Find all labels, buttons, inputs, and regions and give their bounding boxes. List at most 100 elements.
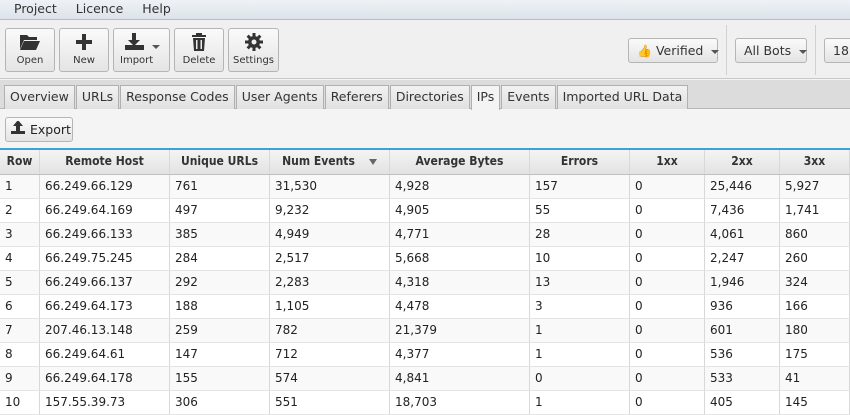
table-cell: 1 (530, 343, 630, 366)
table-cell: 574 (270, 367, 390, 390)
toolbar: Open New Import Delete Settings 👍 Verifi… (0, 20, 850, 79)
upload-icon (11, 120, 26, 137)
table-row[interactable]: 3 66.249.66.133 385 4,949 4,771 28 0 4,061 860 (0, 223, 850, 247)
tab-directories[interactable]: Directories (389, 85, 470, 109)
tab-referers[interactable]: Referers (324, 85, 389, 109)
table-row[interactable]: 1 66.249.66.129 761 31,530 4,928 157 0 25,446 5,… (0, 175, 850, 199)
table-cell: 0 (630, 271, 705, 294)
chevron-down-icon (799, 49, 808, 54)
table-cell: 157.55.39.73 (40, 391, 170, 414)
table-cell: 1 (0, 175, 40, 198)
table-row[interactable]: 9 66.249.64.178 155 574 4,841 0 0 533 41 (0, 367, 850, 391)
table-cell: 9,232 (270, 199, 390, 222)
table-cell: 41 (780, 367, 850, 390)
open-button[interactable]: Open (5, 28, 55, 72)
tab-user-agents[interactable]: User Agents (235, 85, 324, 109)
table-row[interactable]: 10 157.55.39.73 306 551 18,703 1 0 405 145 (0, 391, 850, 415)
tab-bar: Overview URLs Response Codes User Agents… (0, 80, 850, 110)
table-cell: 31,530 (270, 175, 390, 198)
verified-dropdown[interactable]: 👍 Verified (628, 38, 720, 63)
trash-icon (175, 29, 223, 53)
table-cell: 7,436 (705, 199, 780, 222)
table-cell: 66.249.66.129 (40, 175, 170, 198)
bots-dropdown[interactable]: All Bots (735, 38, 808, 63)
table-cell: 157 (530, 175, 630, 198)
table-cell: 3 (0, 223, 40, 246)
column-header-num-events[interactable]: Num Events (270, 150, 390, 174)
sort-descending-icon[interactable] (368, 158, 377, 165)
table-cell: 0 (630, 223, 705, 246)
table-cell: 5 (0, 271, 40, 294)
table-cell: 13 (530, 271, 630, 294)
table-cell: 5,927 (780, 175, 850, 198)
table-cell: 782 (270, 319, 390, 342)
import-button[interactable]: Import (113, 28, 170, 72)
table-row[interactable]: 2 66.249.64.169 497 9,232 4,905 55 0 7,436 1,741 (0, 199, 850, 223)
table-cell: 25,446 (705, 175, 780, 198)
table-cell: 5,668 (390, 247, 530, 270)
tab-urls[interactable]: URLs (75, 85, 120, 109)
table-cell: 180 (780, 319, 850, 342)
table-cell: 166 (780, 295, 850, 318)
table-cell: 936 (705, 295, 780, 318)
table-cell: 10 (0, 391, 40, 414)
export-button[interactable]: Export (5, 117, 73, 142)
table-cell: 0 (630, 343, 705, 366)
table-cell: 4,841 (390, 367, 530, 390)
table-cell: 66.249.75.245 (40, 247, 170, 270)
table-cell: 4,478 (390, 295, 530, 318)
menu-project[interactable]: Project (14, 0, 57, 19)
table-cell: 147 (170, 343, 270, 366)
table-row[interactable]: 6 66.249.64.173 188 1,105 4,478 3 0 936 166 (0, 295, 850, 319)
table-cell: 2,283 (270, 271, 390, 294)
column-header-row[interactable]: Row (0, 150, 40, 174)
table-cell: 21,379 (390, 319, 530, 342)
table-cell: 4,949 (270, 223, 390, 246)
table-cell: 66.249.64.173 (40, 295, 170, 318)
table-cell: 405 (705, 391, 780, 414)
table-cell: 497 (170, 199, 270, 222)
column-header-remote-host[interactable]: Remote Host (40, 150, 170, 174)
table-cell: 66.249.66.137 (40, 271, 170, 294)
column-header-2xx[interactable]: 2xx (705, 150, 780, 174)
table-cell: 28 (530, 223, 630, 246)
table-cell: 712 (270, 343, 390, 366)
menu-bar: Project Licence Help (0, 0, 850, 20)
table-cell: 4 (0, 247, 40, 270)
table-cell: 1 (530, 319, 630, 342)
table-cell: 4,771 (390, 223, 530, 246)
table-cell: 66.249.64.169 (40, 199, 170, 222)
column-header-3xx[interactable]: 3xx (780, 150, 850, 174)
tab-ips[interactable]: IPs (470, 85, 501, 110)
table-row[interactable]: 4 66.249.75.245 284 2,517 5,668 10 0 2,247 260 (0, 247, 850, 271)
column-header-unique-urls[interactable]: Unique URLs (170, 150, 270, 174)
table-cell: 0 (630, 175, 705, 198)
table-cell: 533 (705, 367, 780, 390)
tab-events[interactable]: Events (501, 85, 556, 109)
table-row[interactable]: 7 207.46.13.148 259 782 21,379 1 0 601 180 (0, 319, 850, 343)
table-cell: 385 (170, 223, 270, 246)
tab-response-codes[interactable]: Response Codes (120, 85, 235, 109)
table-row[interactable]: 8 66.249.64.61 147 712 4,377 1 0 536 175 (0, 343, 850, 367)
menu-help[interactable]: Help (142, 0, 171, 19)
table-cell: 292 (170, 271, 270, 294)
date-range-dropdown[interactable]: 18 (824, 38, 850, 63)
table-cell: 10 (530, 247, 630, 270)
divider (726, 25, 727, 75)
table-row[interactable]: 5 66.249.66.137 292 2,283 4,318 13 0 1,946 324 (0, 271, 850, 295)
column-header-1xx[interactable]: 1xx (630, 150, 705, 174)
column-header-errors[interactable]: Errors (530, 150, 630, 174)
settings-button[interactable]: Settings (228, 28, 279, 72)
menu-licence[interactable]: Licence (76, 0, 124, 19)
tab-imported-url-data[interactable]: Imported URL Data (556, 85, 689, 109)
table-cell: 761 (170, 175, 270, 198)
table-header: Row Remote Host Unique URLs Num Events Avera… (0, 150, 850, 175)
table-cell: 155 (170, 367, 270, 390)
divider (815, 25, 816, 75)
gear-icon (229, 29, 278, 53)
table-cell: 259 (170, 319, 270, 342)
column-header-average-bytes[interactable]: Average Bytes (390, 150, 530, 174)
delete-button[interactable]: Delete (174, 28, 224, 72)
tab-overview[interactable]: Overview (4, 85, 75, 109)
new-button[interactable]: New (59, 28, 109, 72)
